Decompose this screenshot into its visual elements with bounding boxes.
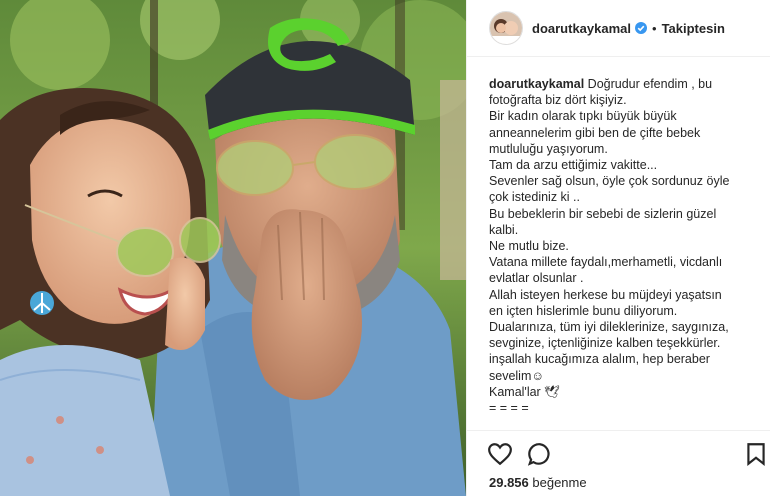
caption-line: Bir kadın olarak tıpkı büyük büyük [489,109,677,124]
caption-line: Vatana millete faydalı,merhametli, vicda… [489,255,723,270]
bookmark-icon[interactable] [743,441,769,467]
avatar[interactable] [489,11,523,45]
username-link[interactable]: doarutkaykamal [532,21,631,36]
following-button[interactable]: Takiptesin [662,21,725,36]
caption-line: kalbi. [489,222,519,237]
caption-line: = = = = [489,401,529,416]
caption-line: inşallah kucağımıza alalım, hep beraber [489,352,710,367]
avatar-image [490,12,522,44]
verified-badge-icon [635,22,647,34]
separator-dot: • [652,20,657,36]
caption-line: evlatlar olsunlar . [489,271,584,286]
likes-label: beğenme [532,475,587,490]
likes-number: 29.856 [489,475,529,490]
caption-username-link[interactable]: doarutkaykamal [489,77,584,91]
caption-text: Doğrudur efendim , bu [587,77,713,91]
caption-line: Bu bebeklerin bir sebebi de sizlerin güz… [489,206,717,221]
post-actions: 29.856 beğenme [467,430,770,497]
post-container: doarutkaykamal • Takiptesin doarutkaykam… [0,0,770,496]
caption-line: Dualarınıza, tüm iyi dileklerinize, sayg… [489,320,729,335]
caption-line: çok istediniz ki .. [489,190,581,205]
caption-line: Sevenler sağ olsun, öyle çok sordunuz öy… [489,174,730,189]
caption-line: Tam da arzu ettiğimiz vakitte... [489,158,658,173]
caption-line: en içten hislerimle bunu diliyorum. [489,303,678,318]
caption-line: sevginize, içtenliğinize kalben teşekkür… [489,336,721,351]
likes-count[interactable]: 29.856 beğenme [489,475,587,490]
caption-first-line: doarutkaykamal Doğrudur efendim , bu [489,76,759,92]
caption-line: sevelim☺ [489,368,545,383]
caption-line: Ne mutlu bize. [489,239,569,254]
caption-line: fotoğrafta biz dört kişiyiz. [489,93,627,108]
post-photo[interactable] [0,0,466,496]
post-image [0,0,466,496]
caption-line: anneannelerim gibi ben de çifte bebek [489,125,701,140]
caption-line: Kamal'lar 🕊 [489,384,561,399]
post-side-panel: doarutkaykamal • Takiptesin doarutkaykam… [466,0,770,496]
caption-line: mutluluğu yaşıyorum. [489,141,608,156]
post-header: doarutkaykamal • Takiptesin [467,0,770,57]
caption-line: Allah isteyen herkese bu müjdeyi yaşatsı… [489,287,722,302]
post-caption: doarutkaykamal Doğrudur efendim , bu fot… [489,76,759,426]
comment-icon[interactable] [527,441,553,467]
heart-icon[interactable] [487,441,513,467]
